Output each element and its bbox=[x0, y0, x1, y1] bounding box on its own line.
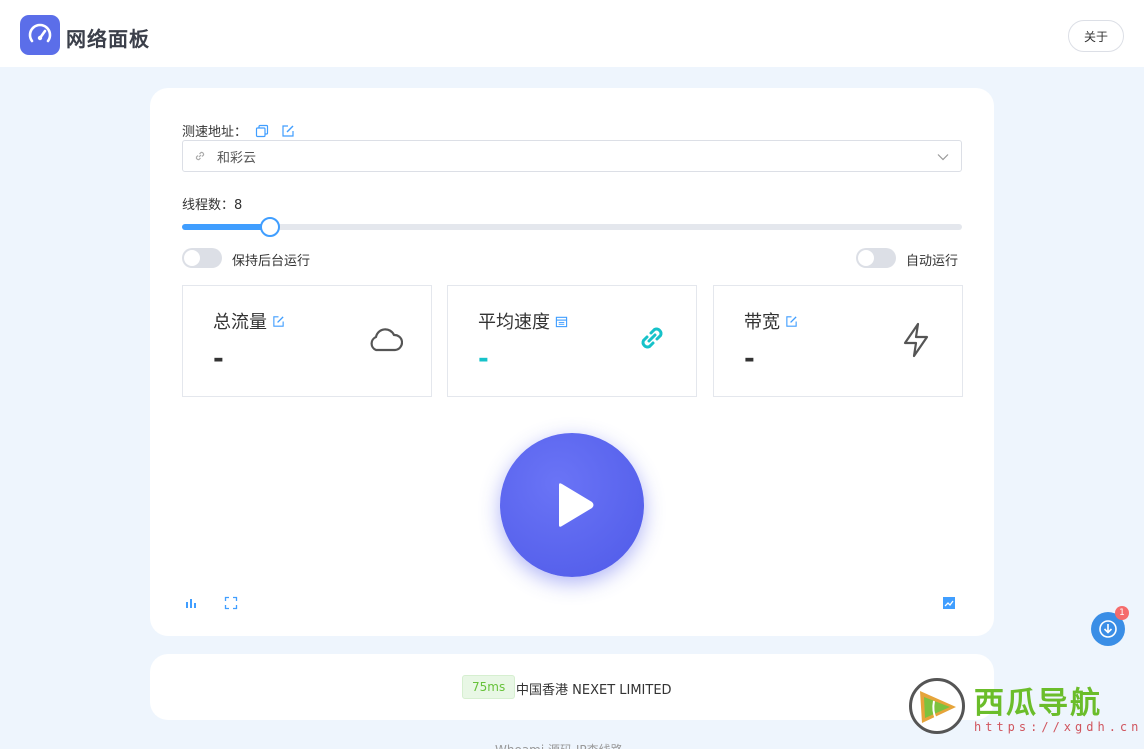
footer-links[interactable]: Whoami 源码 IP查线路 bbox=[495, 741, 623, 749]
background-run-label: 保持后台运行 bbox=[232, 254, 311, 269]
stat-card-bandwidth: 带宽 - bbox=[713, 285, 963, 397]
speedometer-icon bbox=[28, 23, 52, 43]
calendar-icon[interactable] bbox=[555, 315, 568, 328]
notification-badge: 1 bbox=[1115, 606, 1129, 620]
about-button[interactable]: 关于 bbox=[1068, 20, 1124, 52]
stat-title: 总流量 bbox=[213, 312, 267, 333]
stat-value: - bbox=[478, 344, 489, 374]
url-label-row: 测速地址： bbox=[182, 121, 295, 140]
ip-info-panel: 75ms 中国香港 NEXET LIMITED bbox=[150, 654, 994, 720]
edit-icon[interactable] bbox=[272, 315, 285, 328]
toggle-knob bbox=[184, 250, 200, 266]
selected-source: 和彩云 bbox=[217, 150, 257, 166]
bar-chart-icon[interactable] bbox=[184, 595, 198, 614]
lightning-icon bbox=[903, 322, 929, 358]
stat-value: - bbox=[213, 344, 224, 374]
watermark-logo bbox=[909, 678, 965, 734]
auto-run-toggle[interactable] bbox=[856, 248, 896, 268]
threads-label-row: 线程数：8 bbox=[182, 194, 242, 213]
slider-handle[interactable] bbox=[260, 217, 281, 237]
fullscreen-icon[interactable] bbox=[224, 595, 238, 614]
play-icon bbox=[559, 483, 594, 527]
watermark-url: https://xgdh.cn bbox=[974, 720, 1143, 734]
url-select[interactable]: 和彩云 bbox=[182, 140, 962, 172]
threads-slider[interactable] bbox=[182, 217, 962, 237]
stat-card-total-traffic: 总流量 - bbox=[182, 285, 432, 397]
stat-value: - bbox=[744, 344, 755, 374]
toggle-knob bbox=[858, 250, 874, 266]
edit-icon[interactable] bbox=[281, 124, 295, 138]
slider-fill bbox=[182, 224, 271, 230]
start-test-button[interactable] bbox=[500, 433, 644, 577]
speedtest-panel: 测速地址： 和彩云 线程数：8 保持后台运行 自动运行 总流量 - 平均速度 -… bbox=[150, 88, 994, 636]
chevron-down-icon bbox=[937, 154, 949, 161]
app-header: 网络面板 关于 bbox=[0, 0, 1144, 67]
watermark: 西瓜导航 https://xgdh.cn bbox=[906, 676, 1138, 740]
cloud-icon bbox=[370, 328, 403, 352]
trend-chart-icon[interactable] bbox=[942, 595, 956, 614]
url-label: 测速地址： bbox=[182, 125, 248, 140]
watermark-title: 西瓜导航 bbox=[974, 686, 1102, 721]
download-icon bbox=[1099, 620, 1117, 638]
threads-value: 8 bbox=[234, 198, 243, 213]
ping-badge: 75ms bbox=[462, 675, 516, 699]
auto-run-label: 自动运行 bbox=[906, 254, 959, 269]
background-run-toggle[interactable] bbox=[182, 248, 222, 268]
copy-icon[interactable] bbox=[255, 124, 269, 138]
isp-text: 中国香港 NEXET LIMITED bbox=[516, 683, 672, 698]
threads-label: 线程数： bbox=[182, 198, 235, 213]
app-logo bbox=[20, 15, 60, 55]
link-icon bbox=[195, 151, 205, 161]
app-title: 网络面板 bbox=[66, 27, 150, 51]
stat-card-average-speed: 平均速度 - bbox=[447, 285, 697, 397]
link-icon bbox=[641, 327, 663, 349]
stat-title: 带宽 bbox=[744, 312, 780, 333]
edit-icon[interactable] bbox=[785, 315, 798, 328]
stat-title: 平均速度 bbox=[478, 312, 550, 333]
